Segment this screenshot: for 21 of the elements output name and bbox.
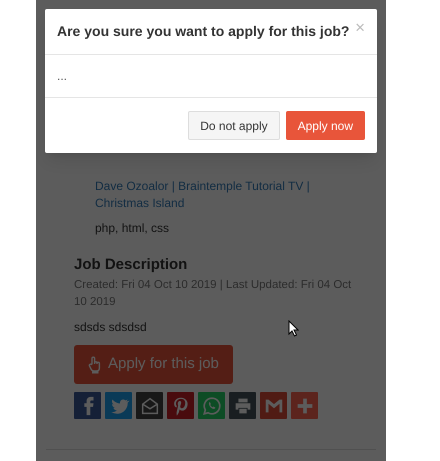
share-button[interactable] xyxy=(291,392,318,419)
share-button[interactable] xyxy=(167,392,194,419)
skills-text: php, html, css xyxy=(95,220,170,237)
cursor-icon xyxy=(288,320,299,337)
share-button[interactable] xyxy=(136,392,163,419)
apply-button[interactable]: Apply for this job xyxy=(74,345,233,384)
section-heading: Job Description xyxy=(74,255,188,275)
hand-pointer-icon xyxy=(88,356,102,374)
share-button[interactable] xyxy=(74,392,101,419)
share-button[interactable] xyxy=(198,392,225,419)
description-text: sdsds sdsdsd xyxy=(74,319,147,336)
chat-bubble-icon xyxy=(200,394,222,416)
share-button[interactable] xyxy=(105,392,132,419)
author-link[interactable]: Dave Ozoalor | Braintemple Tutorial TV | Christmas Island xyxy=(95,178,356,212)
share-button[interactable] xyxy=(229,392,256,419)
dialog-body-text: ... xyxy=(57,68,68,85)
close-button[interactable]: × xyxy=(355,19,365,36)
apply-now-button[interactable]: Apply now xyxy=(286,111,365,140)
dialog-title: Are you sure you want to apply for this job? xyxy=(57,22,350,41)
share-button[interactable] xyxy=(260,392,287,419)
cancel-button[interactable]: Do not apply xyxy=(188,111,280,140)
